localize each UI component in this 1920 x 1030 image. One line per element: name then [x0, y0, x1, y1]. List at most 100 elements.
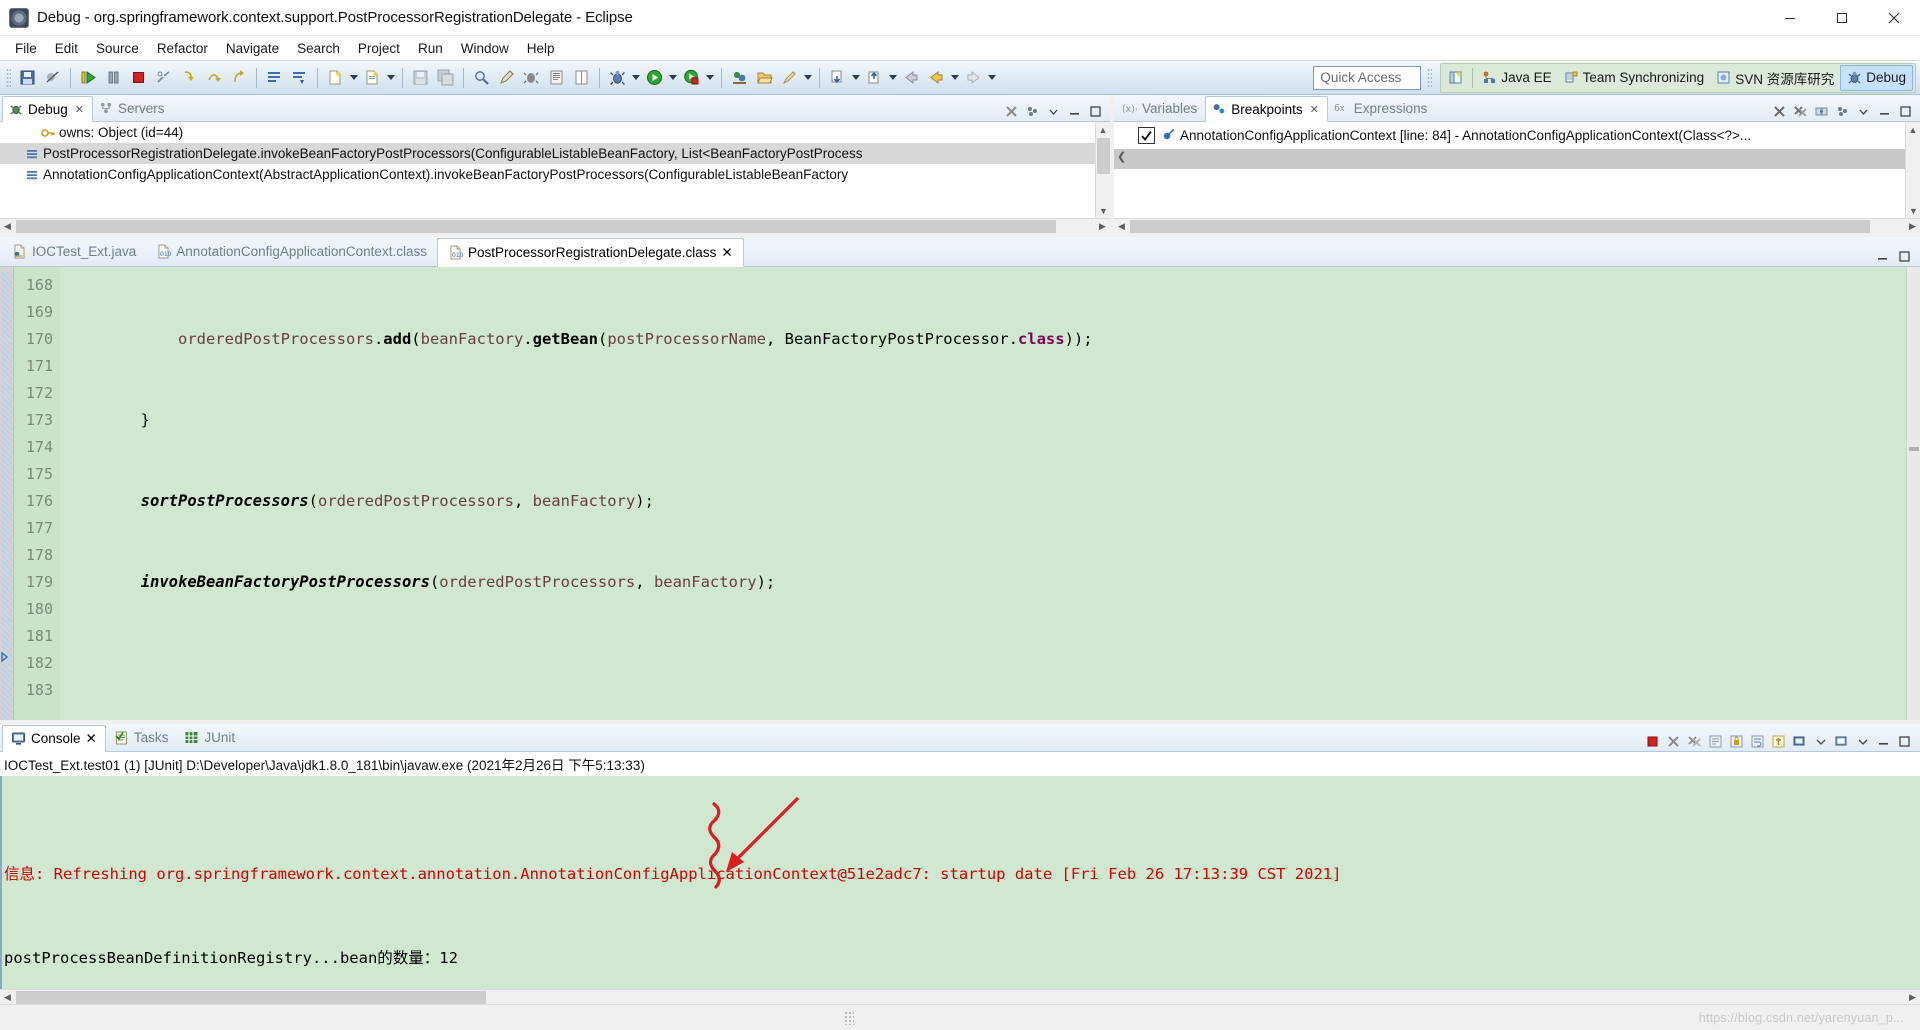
breakpoints-list[interactable]: AnnotationConfigApplicationContext [line… — [1114, 122, 1920, 218]
remove-all-breakpoints-icon[interactable] — [1791, 102, 1810, 121]
perspective-svn-repository[interactable]: SVN 资源库研究 — [1710, 65, 1840, 91]
editor-annotation-ruler[interactable] — [0, 267, 14, 720]
console-output[interactable]: 信息: Refreshing org.springframework.conte… — [0, 776, 1920, 989]
scrollbar-thumb[interactable] — [1130, 220, 1870, 233]
scroll-down-arrow-icon[interactable]: ▼ — [1096, 203, 1110, 218]
tab-tasks[interactable]: Tasks — [106, 724, 177, 751]
forward-icon[interactable] — [962, 66, 985, 89]
new-project-dropdown-arrow[interactable] — [385, 67, 397, 89]
scroll-down-arrow-icon[interactable]: ▼ — [1906, 203, 1920, 218]
scroll-right-arrow-icon[interactable]: ▶ — [1905, 221, 1920, 232]
tree-row[interactable]: PostProcessorRegistrationDelegate.invoke… — [0, 143, 1110, 164]
resume-icon[interactable] — [77, 66, 100, 89]
menu-search[interactable]: Search — [288, 39, 349, 58]
minimize-button[interactable] — [1764, 0, 1816, 36]
menu-file[interactable]: File — [6, 39, 46, 58]
forward-dropdown-arrow[interactable] — [986, 67, 998, 89]
editor-tab-ioctest[interactable]: IOCTest_Ext.java — [2, 237, 146, 266]
remove-all-terminated-icon[interactable] — [1685, 732, 1704, 751]
tree-row[interactable]: owns: Object (id=44) — [0, 122, 1110, 143]
scroll-lock-icon[interactable] — [1727, 732, 1746, 751]
debug-icon[interactable] — [606, 66, 629, 89]
new-wizard-dropdown-arrow[interactable] — [348, 67, 360, 89]
minimize-icon[interactable] — [1875, 102, 1894, 121]
perspective-java-ee[interactable]: Java EE — [1476, 65, 1557, 91]
menu-edit[interactable]: Edit — [46, 39, 87, 58]
open-perspective-icon[interactable] — [1443, 66, 1469, 90]
maximize-icon[interactable] — [1895, 732, 1914, 751]
maximize-icon[interactable] — [1895, 247, 1914, 266]
table-view-icon[interactable] — [570, 66, 593, 89]
breakpoints-horizontal-scrollbar[interactable]: ❮ — [1114, 149, 1905, 169]
menu-run[interactable]: Run — [409, 39, 452, 58]
pin-console-icon[interactable] — [1769, 732, 1788, 751]
step-into-icon[interactable] — [177, 66, 200, 89]
perspective-grip[interactable] — [1427, 67, 1433, 88]
status-bar-grip[interactable] — [844, 1010, 855, 1025]
menu-help[interactable]: Help — [518, 39, 564, 58]
editor-tab-postprocessorregistrationdelegate[interactable]: 010 PostProcessorRegistrationDelegate.cl… — [436, 238, 744, 267]
word-wrap-icon[interactable] — [1748, 732, 1767, 751]
scroll-left-arrow-icon[interactable]: ◀ — [0, 221, 15, 232]
use-step-filters-icon[interactable] — [288, 66, 311, 89]
maximize-button[interactable] — [1816, 0, 1868, 36]
perspective-team-synchronizing[interactable]: Team Synchronizing — [1558, 65, 1711, 91]
terminate-icon[interactable] — [1643, 732, 1662, 751]
disconnect-icon[interactable] — [152, 66, 175, 89]
open-console-icon[interactable] — [1832, 732, 1851, 751]
run-icon[interactable] — [643, 66, 666, 89]
pencil-icon[interactable] — [495, 66, 518, 89]
console-view-icon[interactable] — [545, 66, 568, 89]
remove-all-terminated-icon[interactable] — [1002, 102, 1021, 121]
view-menu-icon[interactable] — [1833, 102, 1852, 121]
breakpoint-enabled-checkbox[interactable] — [1138, 126, 1155, 144]
open-console-chevron-down-icon[interactable] — [1853, 732, 1872, 751]
menu-project[interactable]: Project — [349, 39, 409, 58]
coverage-icon[interactable] — [680, 66, 703, 89]
editor-code-text[interactable]: orderedPostProcessors.add(beanFactory.ge… — [60, 267, 1906, 720]
quick-access-input[interactable]: Quick Access — [1313, 65, 1422, 90]
scrollbar-thumb[interactable] — [16, 991, 486, 1004]
tab-variables[interactable]: (x)= Variables — [1116, 95, 1205, 121]
view-menu-chevron-down-icon[interactable] — [1854, 102, 1873, 121]
menu-navigate[interactable]: Navigate — [217, 39, 288, 58]
tab-expressions[interactable]: 6x Expressions — [1328, 95, 1436, 121]
view-menu-chevron-down-icon[interactable] — [1044, 102, 1063, 121]
remove-breakpoint-icon[interactable] — [1770, 102, 1789, 121]
breakpoints-bottom-scrollbar[interactable]: ◀ ▶ — [1114, 218, 1920, 233]
save-all-icon[interactable] — [434, 66, 457, 89]
new-java-project-icon[interactable] — [361, 66, 384, 89]
back-icon[interactable] — [900, 66, 923, 89]
console-horizontal-scrollbar[interactable]: ◀ ▶ — [0, 989, 1920, 1004]
scroll-up-arrow-icon[interactable]: ▲ — [1096, 122, 1110, 137]
open-type-icon[interactable] — [728, 66, 751, 89]
breakpoints-vertical-scrollbar[interactable]: ▲ ▼ — [1905, 122, 1920, 218]
step-return-icon[interactable] — [227, 66, 250, 89]
skip-all-breakpoints-icon[interactable] — [41, 66, 64, 89]
menu-refactor[interactable]: Refactor — [148, 39, 217, 58]
scrollbar-thumb[interactable] — [16, 220, 1056, 233]
open-folder-icon[interactable] — [753, 66, 776, 89]
drop-to-frame-icon[interactable] — [263, 66, 286, 89]
clear-console-icon[interactable] — [1706, 732, 1725, 751]
tab-breakpoints[interactable]: Breakpoints ✕ — [1205, 96, 1328, 122]
scroll-left-arrow-icon[interactable]: ◀ — [1114, 221, 1129, 232]
debug-dropdown-arrow[interactable] — [630, 67, 642, 89]
new-wizard-icon[interactable] — [324, 66, 347, 89]
tab-junit[interactable]: JUnit — [176, 724, 243, 751]
menu-source[interactable]: Source — [87, 39, 148, 58]
close-button[interactable] — [1868, 0, 1920, 36]
scroll-left-arrow-icon[interactable]: ◀ — [0, 992, 15, 1003]
display-console-chevron-down-icon[interactable] — [1811, 732, 1830, 751]
close-icon[interactable]: ✕ — [75, 103, 84, 116]
code-editor[interactable]: 168 169 170 171 172 173 174 175 176 177 178 179 18… — [0, 267, 1920, 940]
scroll-left-arrow-icon[interactable]: ❮ — [1117, 150, 1126, 163]
previous-annotation-icon[interactable] — [863, 66, 886, 89]
save-icon[interactable] — [16, 66, 39, 89]
close-icon[interactable]: ✕ — [86, 731, 97, 747]
tab-servers[interactable]: Servers — [93, 95, 173, 121]
bug-toggle-icon[interactable] — [520, 66, 543, 89]
menu-window[interactable]: Window — [452, 39, 518, 58]
list-item[interactable]: AnnotationConfigApplicationContext [line… — [1114, 122, 1920, 148]
run-dropdown-arrow[interactable] — [667, 67, 679, 89]
